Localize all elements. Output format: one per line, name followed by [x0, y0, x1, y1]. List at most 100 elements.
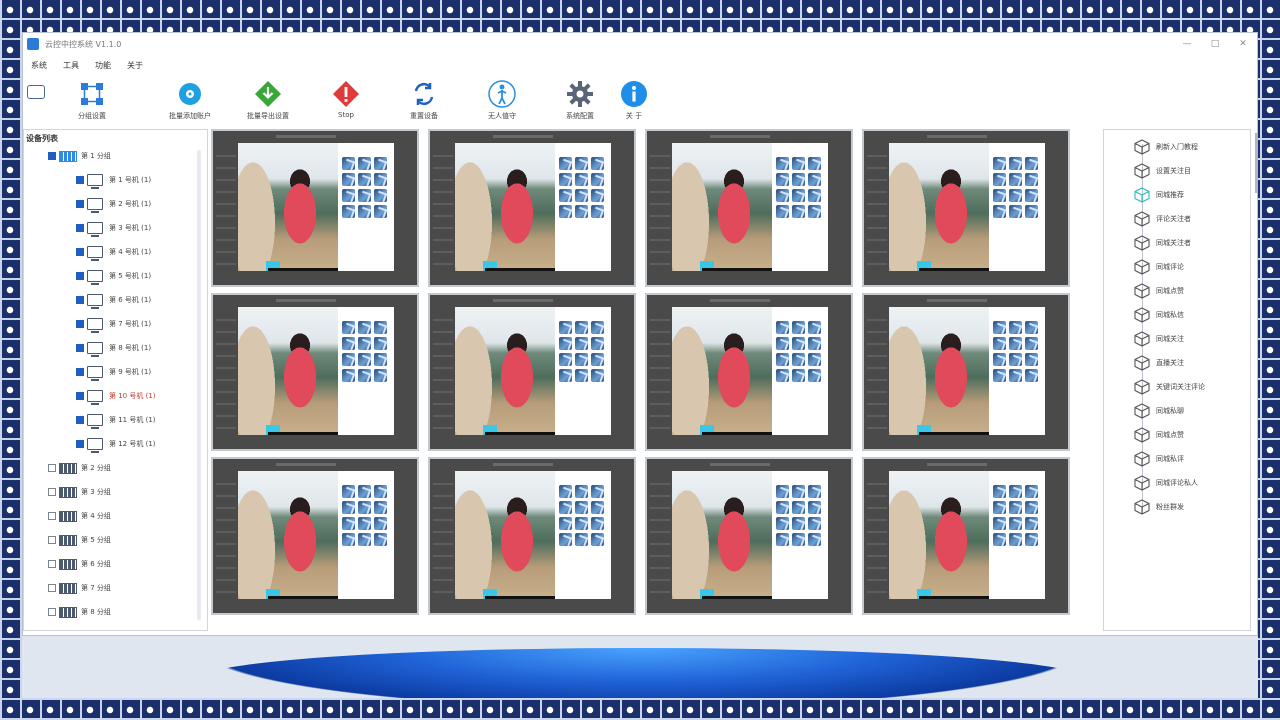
group-checkbox[interactable]: [48, 512, 56, 520]
app-tile: [993, 501, 1006, 514]
unmanned-button[interactable]: 无人值守: [467, 79, 537, 121]
close-button[interactable]: ✕: [1229, 39, 1257, 49]
tree-group-1[interactable]: 第 1 分组: [48, 148, 111, 164]
tree-device[interactable]: 第 4 号机 (1): [76, 244, 151, 261]
function-item[interactable]: 同城评论私人: [1134, 472, 1198, 494]
group-checkbox[interactable]: [48, 608, 56, 616]
group-checkbox[interactable]: [48, 488, 56, 496]
tree-group[interactable]: 第 5 分组: [48, 532, 111, 548]
tree-group[interactable]: 第 3 分组: [48, 484, 111, 500]
device-checkbox[interactable]: [76, 296, 84, 304]
device-checkbox[interactable]: [76, 392, 84, 400]
menu-about[interactable]: 关于: [119, 60, 151, 71]
batch-add-accounts-button[interactable]: 批量添加账户: [155, 79, 225, 121]
screen-bottom-bar: [702, 432, 772, 435]
device-screen[interactable]: [211, 457, 419, 615]
device-screen[interactable]: [862, 293, 1070, 451]
device-checkbox[interactable]: [76, 344, 84, 352]
function-item[interactable]: 同城点赞: [1134, 280, 1184, 302]
tree-device[interactable]: 第 9 号机 (1): [76, 364, 151, 381]
device-checkbox[interactable]: [76, 368, 84, 376]
device-checkbox[interactable]: [76, 272, 84, 280]
tree-device[interactable]: 第 7 号机 (1): [76, 316, 151, 333]
device-checkbox[interactable]: [76, 224, 84, 232]
menu-system[interactable]: 系统: [23, 60, 55, 71]
about-button[interactable]: 关 于: [599, 79, 669, 121]
cube-icon: [1134, 211, 1150, 227]
device-screen[interactable]: [645, 293, 853, 451]
maximize-button[interactable]: □: [1201, 39, 1229, 49]
function-item[interactable]: 评论关注者: [1134, 208, 1191, 230]
device-checkbox[interactable]: [76, 440, 84, 448]
device-screen[interactable]: [645, 457, 853, 615]
function-item[interactable]: 同城关注: [1134, 328, 1184, 350]
group-settings-button[interactable]: 分组设置: [57, 79, 127, 121]
tree-group[interactable]: 第 7 分组: [48, 580, 111, 596]
app-grid: [342, 485, 390, 546]
tree-device[interactable]: 第 8 号机 (1): [76, 340, 151, 357]
tree-device[interactable]: 第 2 号机 (1): [76, 196, 151, 213]
device-screen[interactable]: [862, 129, 1070, 287]
batch-add-accounts-label: 批量添加账户: [169, 112, 211, 120]
tree-device[interactable]: 第 3 号机 (1): [76, 220, 151, 237]
device-screen[interactable]: [428, 129, 636, 287]
group-checkbox[interactable]: [48, 536, 56, 544]
device-checkbox[interactable]: [76, 320, 84, 328]
tree-group[interactable]: 第 4 分组: [48, 508, 111, 524]
stop-button[interactable]: Stop: [311, 79, 381, 119]
monitor-icon: [87, 390, 103, 405]
tree-device[interactable]: 第 11 号机 (1): [76, 412, 156, 429]
tree-device[interactable]: 第 6 号机 (1): [76, 292, 151, 309]
function-item[interactable]: 直播关注: [1134, 352, 1184, 374]
tree-device[interactable]: 第 12 号机 (1): [76, 436, 156, 453]
app-tile: [993, 321, 1006, 334]
app-tile: [792, 517, 805, 530]
function-item[interactable]: 设置关注目: [1134, 160, 1191, 182]
cube-icon: [1134, 259, 1150, 275]
cube-icon: [1134, 475, 1150, 491]
app-tile: [591, 205, 604, 218]
app-tile: [808, 533, 821, 546]
minimize-button[interactable]: —: [1173, 39, 1201, 49]
group-checkbox[interactable]: [48, 152, 56, 160]
function-item[interactable]: 关键词关注评论: [1134, 376, 1205, 398]
function-item[interactable]: 同城关注者: [1134, 232, 1191, 254]
device-checkbox[interactable]: [76, 176, 84, 184]
window-scrollbar[interactable]: [1255, 133, 1258, 193]
tv-icon[interactable]: [27, 85, 45, 99]
tree-group[interactable]: 第 2 分组: [48, 460, 111, 476]
batch-export-button[interactable]: 批量导出设置: [233, 79, 303, 121]
wallpaper-photo: [455, 307, 555, 435]
group-checkbox[interactable]: [48, 464, 56, 472]
device-screen[interactable]: [645, 129, 853, 287]
reset-device-button[interactable]: 重置设备: [389, 79, 459, 121]
device-checkbox[interactable]: [76, 200, 84, 208]
device-screen[interactable]: [428, 293, 636, 451]
tree-group[interactable]: 第 6 分组: [48, 556, 111, 572]
device-screen[interactable]: [211, 129, 419, 287]
device-checkbox[interactable]: [76, 248, 84, 256]
function-item[interactable]: 同城私信: [1134, 304, 1184, 326]
function-item[interactable]: 粉丝群发: [1134, 496, 1184, 518]
tree-device[interactable]: 第 10 号机 (1): [76, 388, 156, 405]
tree-group[interactable]: 第 8 分组: [48, 604, 111, 620]
function-item[interactable]: 同城评论: [1134, 256, 1184, 278]
function-item[interactable]: 同城私聊: [1134, 400, 1184, 422]
group-checkbox[interactable]: [48, 560, 56, 568]
function-item[interactable]: 刷新入门教程: [1134, 136, 1198, 158]
menu-functions[interactable]: 功能: [87, 60, 119, 71]
function-item[interactable]: 同城推荐: [1134, 184, 1184, 206]
device-screen[interactable]: [211, 293, 419, 451]
toolbar: 分组设置 批量添加账户 批量导出设置 Stop 重置设备 无人值守 系统配置 关…: [23, 75, 1257, 127]
menu-tools[interactable]: 工具: [55, 60, 87, 71]
tree-device[interactable]: 第 1 号机 (1): [76, 172, 151, 189]
device-screen[interactable]: [428, 457, 636, 615]
device-checkbox[interactable]: [76, 416, 84, 424]
group-checkbox[interactable]: [48, 584, 56, 592]
app-tile: [993, 353, 1006, 366]
tree-device[interactable]: 第 5 号机 (1): [76, 268, 151, 285]
device-list-scrollbar[interactable]: [197, 150, 201, 620]
function-item[interactable]: 同城点赞: [1134, 424, 1184, 446]
device-screen[interactable]: [862, 457, 1070, 615]
function-item[interactable]: 同城私评: [1134, 448, 1184, 470]
